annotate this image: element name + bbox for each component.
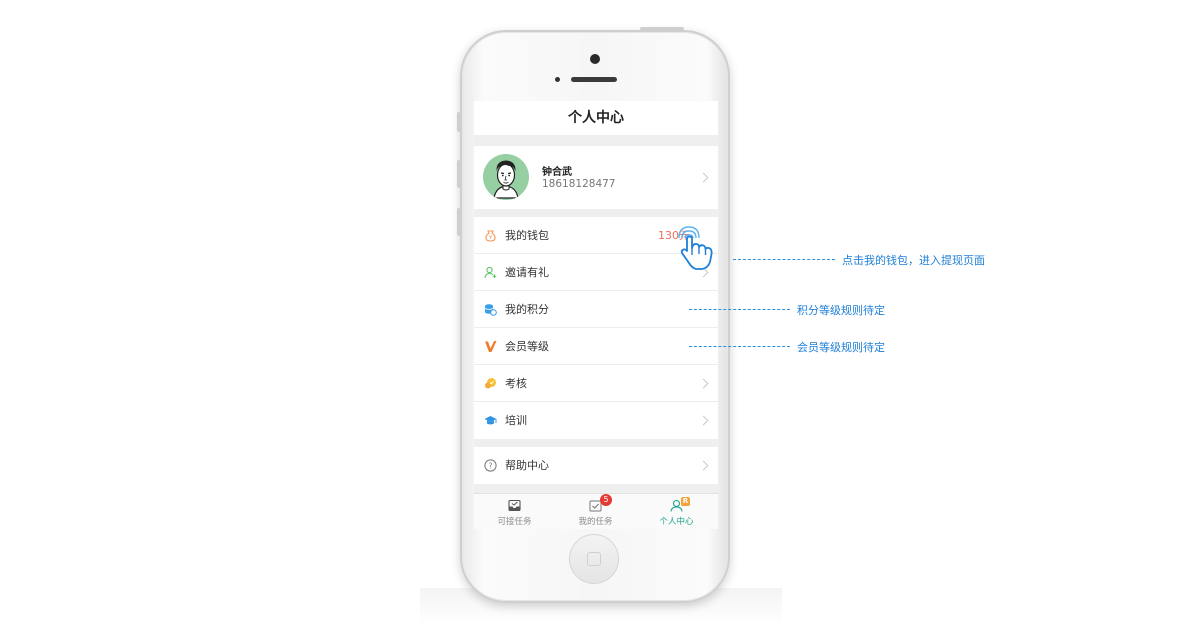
wallet-icon: ¥ [485, 230, 496, 242]
tab-available-tasks[interactable]: 可接任务 [474, 494, 555, 529]
menu-group-help: ? 帮助中心 [474, 447, 718, 484]
annotation-points: 积分等级规则待定 [797, 304, 885, 317]
level-badge: R [681, 497, 690, 506]
profile-card[interactable]: 钟合武 18618128477 [474, 146, 718, 209]
power-button [640, 27, 684, 31]
bottom-tab-bar: 可接任务 5 我的任务 R 个人中心 [474, 493, 718, 529]
assessment-icon [485, 378, 496, 389]
tap-hand-icon [678, 226, 713, 270]
annotation-line-vip [689, 346, 790, 347]
page-title: 个人中心 [474, 101, 718, 135]
menu-item-label: 我的积分 [505, 303, 549, 316]
annotation-vip: 会员等级规则待定 [797, 341, 885, 354]
mute-switch [457, 112, 461, 132]
chevron-right-icon [698, 460, 709, 471]
svg-text:?: ? [489, 461, 493, 470]
avatar-face-icon [493, 160, 519, 199]
menu-item-label: 考核 [505, 377, 527, 390]
tab-label: 我的任务 [578, 517, 613, 527]
menu-item-label: 邀请有礼 [505, 266, 549, 279]
proximity-sensor [555, 77, 560, 82]
app-screen: 个人中心 钟合武 18618128477 ¥ 我的钱包 130元 邀请有礼 我的… [474, 101, 718, 529]
points-coins-icon [484, 304, 497, 316]
earpiece-speaker [571, 77, 617, 82]
profile-phone: 18618128477 [542, 178, 616, 190]
volume-down-button [457, 208, 461, 236]
menu-item-label: 会员等级 [505, 340, 549, 353]
menu-item-assessment[interactable]: 考核 [474, 365, 718, 402]
menu-item-training[interactable]: 培训 [474, 402, 718, 439]
chevron-right-icon [698, 378, 709, 389]
help-circle-icon: ? [484, 459, 497, 472]
invite-user-icon [484, 266, 497, 279]
volume-up-button [457, 160, 461, 188]
annotation-line-wallet [733, 259, 835, 260]
vip-v-icon [485, 341, 497, 352]
task-inbox-icon [508, 499, 521, 512]
tasks-count-badge: 5 [600, 494, 612, 506]
svg-text:¥: ¥ [489, 235, 492, 241]
menu-item-help-center[interactable]: ? 帮助中心 [474, 447, 718, 484]
menu-item-label: 培训 [505, 414, 527, 427]
menu-item-label: 帮助中心 [505, 459, 549, 472]
tab-personal-center[interactable]: R 个人中心 [636, 494, 717, 529]
graduation-cap-icon [484, 416, 497, 425]
profile-name: 钟合武 [542, 167, 572, 178]
tab-my-tasks[interactable]: 5 我的任务 [555, 494, 636, 529]
chevron-right-icon [698, 415, 709, 426]
menu-item-vip-level[interactable]: 会员等级 [474, 328, 718, 365]
front-camera [590, 54, 600, 64]
tab-label: 可接任务 [497, 517, 532, 527]
home-button[interactable] [569, 534, 619, 584]
annotation-wallet: 点击我的钱包，进入提现页面 [842, 254, 985, 267]
avatar [483, 154, 529, 200]
home-square-icon [587, 552, 601, 566]
annotation-line-points [689, 309, 790, 310]
tab-label: 个人中心 [659, 517, 694, 527]
chevron-right-icon [698, 172, 709, 183]
menu-item-label: 我的钱包 [505, 229, 549, 242]
menu-item-points[interactable]: 我的积分 [474, 291, 718, 328]
